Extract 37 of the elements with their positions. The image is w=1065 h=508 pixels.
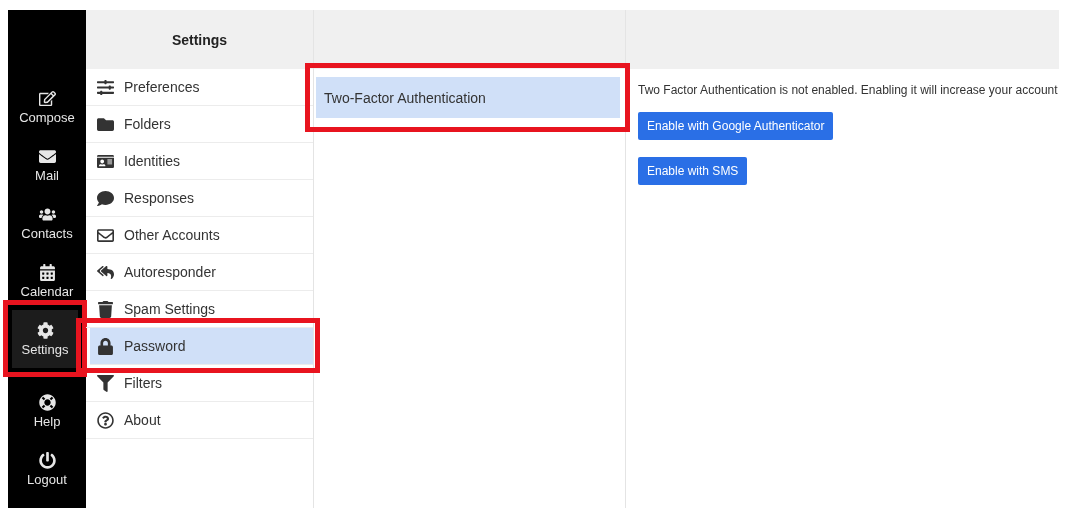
envelope-icon xyxy=(96,226,114,244)
help-icon xyxy=(96,411,114,429)
menu-item[interactable]: Other Accounts xyxy=(86,217,313,254)
menu-item[interactable]: Autoresponder xyxy=(86,254,313,291)
settings-icon xyxy=(36,321,54,339)
menu-item[interactable]: Password xyxy=(90,328,313,365)
menu-item[interactable]: Folders xyxy=(86,106,313,143)
section-item[interactable]: Two-Factor Authentication xyxy=(316,77,620,118)
enable-button[interactable]: Enable with Google Authenticator xyxy=(638,112,834,140)
speech-bubble-icon xyxy=(96,189,114,207)
nav-item[interactable]: Contacts xyxy=(8,194,86,252)
menu-item[interactable]: Preferences xyxy=(86,69,313,106)
nav-item[interactable]: Help xyxy=(8,382,86,440)
enable-button[interactable]: Enable with SMS xyxy=(638,157,748,185)
calendar-icon xyxy=(38,263,56,281)
menu-item[interactable]: Responses xyxy=(86,180,313,217)
nav-item[interactable]: Compose xyxy=(8,78,86,136)
menu-item[interactable]: About xyxy=(86,402,313,439)
panel-title: Settings xyxy=(86,10,313,69)
lifebuoy-icon xyxy=(38,393,56,411)
trash-icon xyxy=(96,300,114,318)
power-icon xyxy=(38,451,56,469)
menu-item[interactable]: Filters xyxy=(86,365,313,402)
mail-icon xyxy=(38,147,56,165)
sliders-icon xyxy=(96,78,114,96)
lock-icon xyxy=(96,337,114,355)
status-message: Two Factor Authentication is not enabled. Enabling it will increase your account xyxy=(638,83,1058,97)
id-card-icon xyxy=(96,152,114,170)
nav-item[interactable]: Logout xyxy=(8,440,86,498)
nav-item[interactable]: Settings xyxy=(12,310,78,368)
menu-item[interactable]: Identities xyxy=(86,143,313,180)
edit-icon xyxy=(38,89,56,107)
folder-icon xyxy=(96,115,114,133)
nav-item[interactable]: Mail xyxy=(8,136,86,194)
filter-icon xyxy=(96,374,114,392)
nav-item[interactable]: Calendar xyxy=(8,252,86,310)
reply-all-icon xyxy=(96,263,114,281)
